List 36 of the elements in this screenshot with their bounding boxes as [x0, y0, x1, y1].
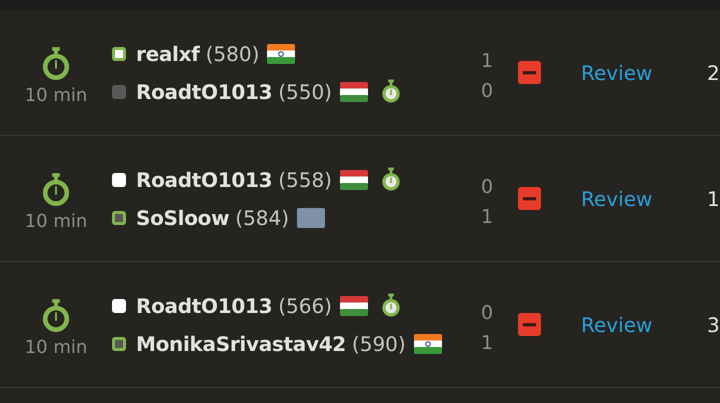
review-link[interactable]: Review — [581, 312, 691, 336]
flag-icon — [297, 208, 326, 228]
move-count: 2 — [707, 60, 720, 84]
player-rating: (558) — [278, 168, 332, 192]
move-count: 1 — [707, 186, 720, 210]
score: 1 — [480, 206, 494, 228]
time-control: 10 min — [24, 85, 88, 106]
player-name[interactable]: realxf — [136, 42, 200, 66]
time-control: 10 min — [24, 337, 88, 358]
player-name[interactable]: RoadtO1013 — [136, 80, 272, 104]
stopwatch-icon — [41, 173, 71, 207]
flag-icon — [267, 44, 296, 64]
score: 0 — [480, 302, 494, 324]
score: 1 — [480, 50, 494, 72]
player-name[interactable]: MonikaSrivastav42 — [136, 332, 346, 356]
flag-icon — [340, 82, 368, 102]
review-link[interactable]: Review — [581, 60, 691, 84]
score: 0 — [480, 80, 494, 102]
player-rating: (550) — [278, 80, 332, 104]
review-link[interactable]: Review — [581, 186, 691, 210]
stopwatch-icon — [41, 47, 71, 81]
score: 0 — [480, 176, 494, 198]
flag-icon — [340, 170, 368, 190]
score: 1 — [480, 332, 494, 354]
player-rating: (584) — [235, 206, 290, 230]
player-rating: (580) — [206, 42, 260, 66]
flag-icon — [340, 296, 368, 316]
player-name[interactable]: RoadtO1013 — [136, 294, 272, 318]
player-rating: (590) — [352, 332, 406, 356]
flag-icon — [414, 334, 442, 354]
player-name[interactable]: SoSloow — [136, 206, 230, 230]
player-name[interactable]: RoadtO1013 — [136, 168, 272, 192]
player-rating: (566) — [278, 294, 332, 318]
time-control: 10 min — [24, 211, 88, 232]
move-count: 3 — [707, 312, 720, 336]
stopwatch-icon — [41, 299, 71, 333]
